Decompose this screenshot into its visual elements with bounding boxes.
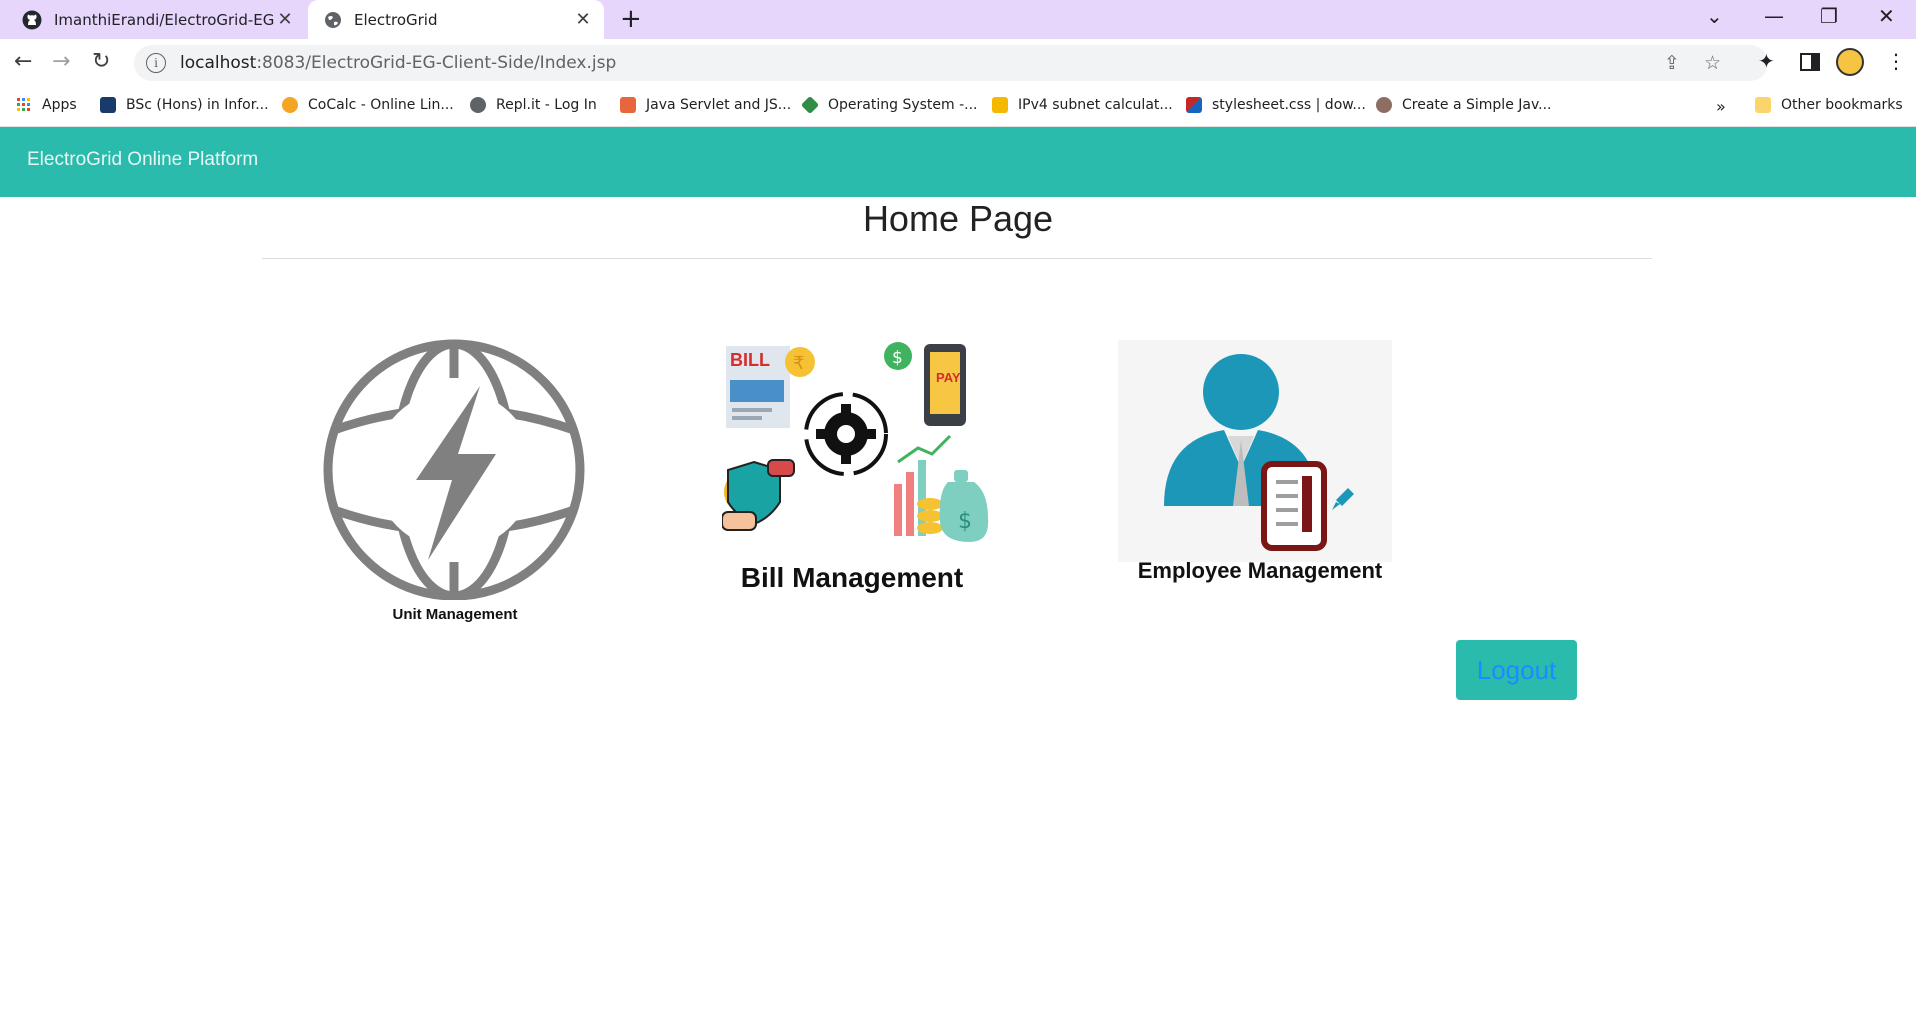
tab-electrogrid[interactable]: ElectroGrid ✕	[308, 0, 604, 39]
employee-management-card[interactable]: Employee Management	[1118, 340, 1394, 592]
bookmark-label: BSc (Hons) in Infor...	[126, 97, 269, 113]
browser-tab-strip: ImanthiErandi/ElectroGrid-EG--Cl ✕ Elect…	[0, 0, 1916, 39]
minimize-window-icon[interactable]: —	[1764, 4, 1784, 28]
person-icon	[1376, 97, 1392, 113]
logout-button[interactable]: Logout	[1456, 640, 1577, 700]
unit-management-card[interactable]: Unit Management	[320, 338, 590, 628]
tab-title: ElectroGrid	[354, 10, 438, 29]
bookmarks-overflow-icon[interactable]: »	[1716, 97, 1726, 116]
svg-text:$: $	[892, 348, 903, 368]
more-menu-icon[interactable]: ⋮	[1886, 49, 1906, 73]
share-icon[interactable]: ⇪	[1664, 52, 1680, 74]
bookmark-label: Repl.it - Log In	[496, 97, 597, 113]
close-tab-icon[interactable]: ✕	[572, 9, 594, 30]
bookmark-sliit[interactable]: BSc (Hons) in Infor...	[100, 97, 269, 113]
url-text[interactable]: localhost:8083/ElectroGrid-EG-Client-Sid…	[180, 53, 616, 73]
bookmark-operating-system[interactable]: Operating System -...	[800, 95, 978, 115]
bookmarks-bar: Apps BSc (Hons) in Infor... CoCalc - Onl…	[0, 89, 1916, 127]
cocalc-icon	[282, 97, 298, 113]
tab-github[interactable]: ImanthiErandi/ElectroGrid-EG--Cl ✕	[6, 0, 306, 39]
bookmark-apps[interactable]: Apps	[16, 97, 77, 113]
close-window-icon[interactable]: ✕	[1878, 4, 1895, 28]
url-host: localhost	[180, 53, 257, 73]
globe-icon	[325, 11, 341, 28]
bookmark-label: stylesheet.css | dow...	[1212, 97, 1366, 113]
bill-management-caption: Bill Management	[740, 562, 964, 593]
pay-text: PAY	[936, 370, 961, 385]
bookmark-replit[interactable]: Repl.it - Log In	[470, 97, 597, 113]
tab-title: ImanthiErandi/ElectroGrid-EG--Cl	[54, 10, 274, 29]
bookmark-create-simple-java[interactable]: Create a Simple Jav...	[1376, 97, 1552, 113]
address-bar[interactable]: i localhost:8083/ElectroGrid-EG-Client-S…	[134, 45, 1768, 81]
employee-management-caption: Employee Management	[1137, 558, 1383, 583]
bookmark-label: Create a Simple Jav...	[1402, 97, 1552, 113]
side-panel-icon[interactable]	[1800, 53, 1820, 71]
bookmark-label: Operating System -...	[828, 97, 978, 113]
bill-management-illustration: BILL ₹ PAY $ $	[721, 342, 989, 542]
forward-arrow-icon[interactable]: →	[52, 49, 70, 74]
title-divider	[262, 258, 1652, 259]
browser-toolbar: ← → ↻ i localhost:8083/ElectroGrid-EG-Cl…	[0, 39, 1916, 89]
bookmark-label: IPv4 subnet calculat...	[1018, 97, 1173, 113]
svg-text:₹: ₹	[793, 353, 804, 374]
gfg-icon	[800, 95, 820, 115]
bookmark-stylesheet[interactable]: stylesheet.css | dow...	[1186, 97, 1366, 113]
tab-search-chevron-icon[interactable]: ⌄	[1706, 4, 1723, 28]
github-icon	[22, 10, 42, 29]
new-tab-plus-icon[interactable]: +	[620, 4, 642, 34]
apps-grid-icon	[17, 98, 30, 111]
sliit-icon	[100, 97, 116, 113]
other-bookmarks-folder[interactable]: Other bookmarks	[1755, 97, 1903, 113]
restore-window-icon[interactable]: ❐	[1820, 4, 1838, 28]
employee-person-icon	[1164, 354, 1354, 551]
profile-avatar[interactable]	[1836, 48, 1864, 76]
back-arrow-icon[interactable]: ←	[14, 49, 32, 74]
page-title: Home Page	[862, 198, 1054, 239]
site-info-icon[interactable]: i	[146, 53, 166, 73]
bookmark-ipv4-calculator[interactable]: IPv4 subnet calculat...	[992, 97, 1173, 113]
clipboard-icon	[1261, 461, 1327, 551]
extensions-puzzle-icon[interactable]: ✦	[1758, 49, 1775, 73]
bill-management-card[interactable]: BILL ₹ PAY $ $ Bill Management	[721, 342, 1002, 602]
bookmark-label: Java Servlet and JS...	[646, 97, 792, 113]
bookmark-java-servlet[interactable]: Java Servlet and JS...	[620, 97, 791, 113]
pencil-icon	[1332, 488, 1354, 510]
bookmark-label: Apps	[42, 97, 77, 113]
javatpoint-icon	[620, 97, 636, 113]
svg-text:$: $	[958, 509, 972, 534]
unit-management-caption: Unit Management	[392, 606, 518, 623]
globe-lightning-icon	[323, 339, 585, 601]
bookmark-star-icon[interactable]: ☆	[1704, 52, 1721, 74]
employee-image-panel	[1118, 340, 1392, 562]
close-tab-icon[interactable]: ✕	[274, 9, 296, 30]
colorful-icon	[1186, 97, 1202, 113]
amazon-icon	[992, 97, 1008, 113]
bill-badge-text: BILL	[730, 350, 770, 370]
folder-icon	[1755, 97, 1771, 113]
other-bookmarks-label: Other bookmarks	[1781, 97, 1903, 113]
reload-icon[interactable]: ↻	[92, 49, 110, 74]
bookmark-label: CoCalc - Online Lin...	[308, 97, 454, 113]
url-path: :8083/ElectroGrid-EG-Client-Side/Index.j…	[256, 53, 617, 73]
app-navbar: ElectroGrid Online Platform	[0, 127, 1916, 197]
navbar-brand-link[interactable]: ElectroGrid Online Platform	[27, 149, 258, 171]
replit-icon	[470, 97, 486, 113]
bookmark-cocalc[interactable]: CoCalc - Online Lin...	[282, 97, 454, 113]
